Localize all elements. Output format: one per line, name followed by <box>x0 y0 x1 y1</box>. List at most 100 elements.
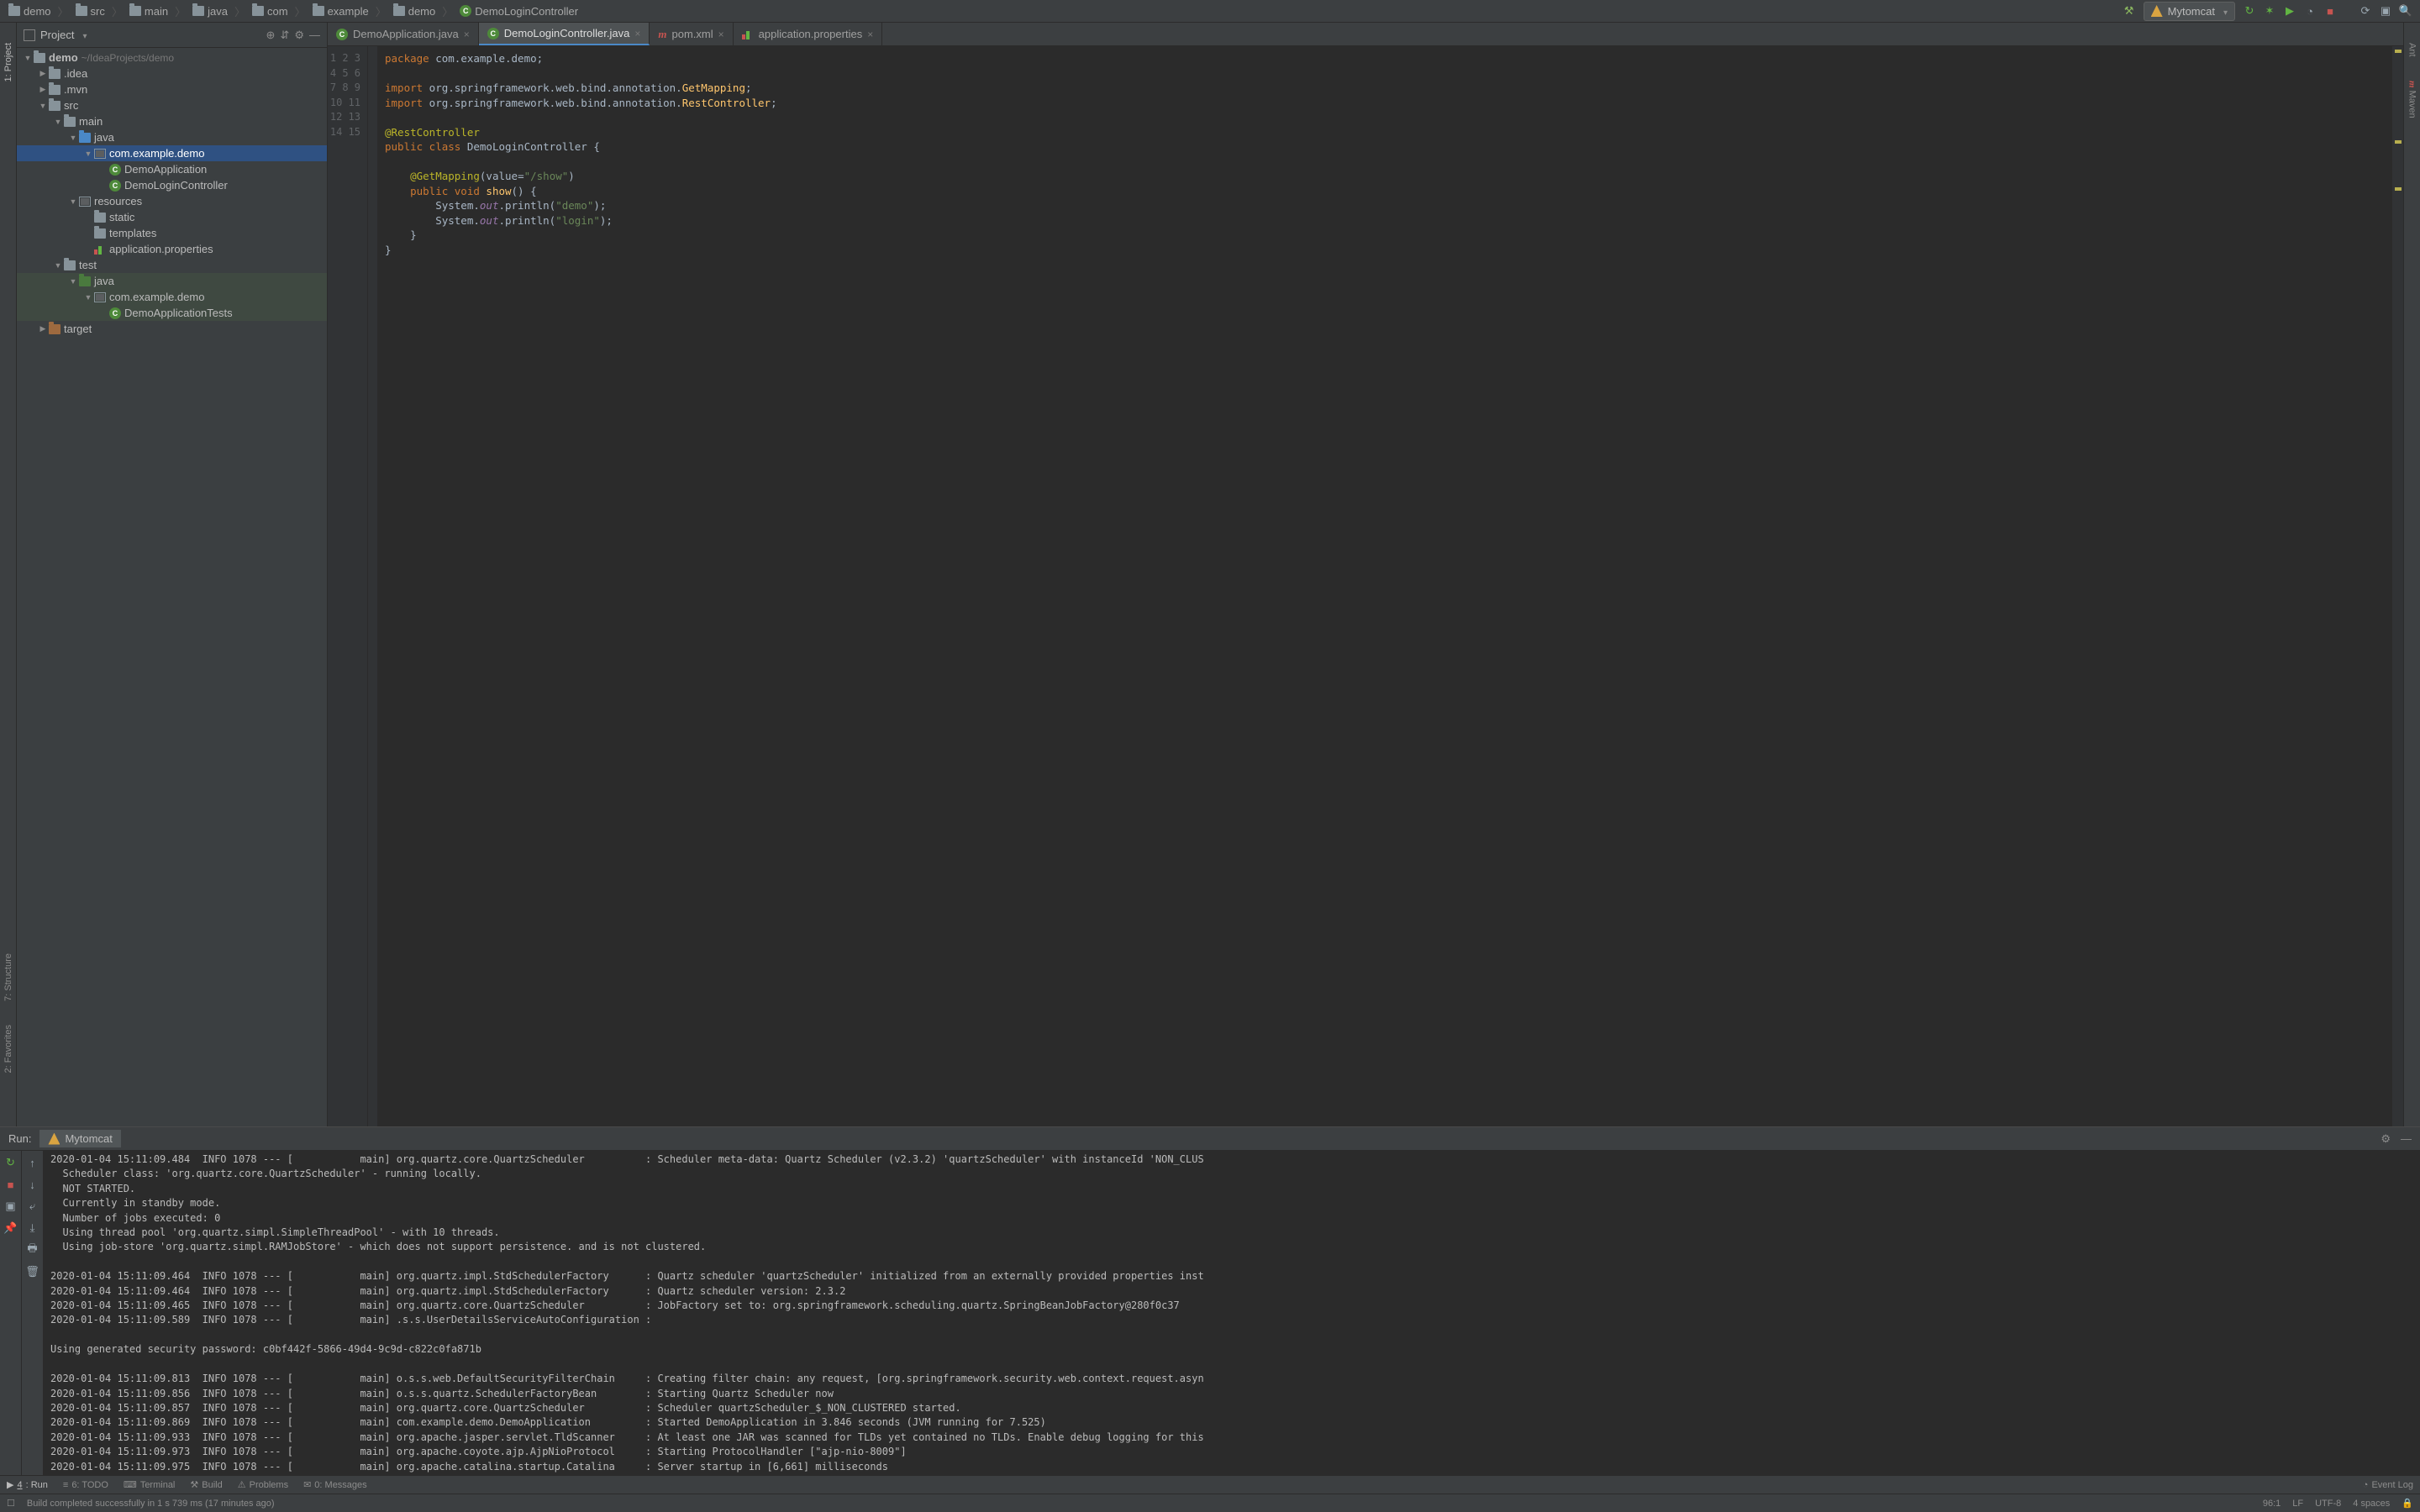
trash-icon[interactable]: 🗑 <box>26 1265 39 1278</box>
tree-item[interactable]: static <box>17 209 327 225</box>
tree-item[interactable]: ▶.idea <box>17 66 327 81</box>
excluded-folder-icon <box>49 324 60 334</box>
class-icon: C <box>487 28 499 39</box>
search-icon[interactable]: 🔍 <box>2400 5 2412 17</box>
crumb[interactable]: CDemoLoginController <box>456 3 581 19</box>
tree-item[interactable]: application.properties <box>17 241 327 257</box>
run-icon[interactable]: ↻ <box>2244 5 2255 17</box>
bt-todo[interactable]: ≡ 6: TODO <box>63 1480 108 1490</box>
crumb[interactable]: src <box>72 3 108 19</box>
tree-item[interactable]: CDemoApplicationTests <box>17 305 327 321</box>
code-editor[interactable]: package com.example.demo; import org.spr… <box>378 46 2391 1126</box>
close-icon[interactable]: × <box>634 28 640 39</box>
status-icon[interactable]: ☐ <box>7 1498 15 1509</box>
rail-maven[interactable]: m Maven <box>2407 77 2417 122</box>
gear-icon[interactable]: ⚙ <box>2381 1132 2391 1146</box>
tree-item[interactable]: ▼resources <box>17 193 327 209</box>
maven-icon: m <box>2407 81 2417 88</box>
crumb[interactable]: example <box>309 3 372 19</box>
folder-icon <box>313 6 324 16</box>
gear-icon[interactable]: ⚙ <box>294 29 304 42</box>
layout-icon[interactable]: ▣ <box>4 1200 18 1213</box>
fold-gutter[interactable] <box>368 46 378 1126</box>
locate-icon[interactable]: ⊕ <box>266 29 276 42</box>
rail-project[interactable]: 1: Project <box>3 39 13 85</box>
tree-item-selected[interactable]: ▼com.example.demo <box>17 145 327 161</box>
layout-icon[interactable]: ▣ <box>2380 5 2391 17</box>
debug-icon[interactable]: ✶ <box>2264 5 2275 17</box>
stop-icon[interactable]: ■ <box>4 1178 18 1191</box>
crumb[interactable]: main <box>126 3 171 19</box>
bt-run[interactable]: ▶ 4: Run <box>7 1479 48 1490</box>
run-tab[interactable]: Mytomcat <box>39 1130 120 1147</box>
error-stripe[interactable] <box>2391 46 2403 1126</box>
profile-icon[interactable]: ◔ <box>2304 5 2316 17</box>
expand-icon[interactable]: ⇵ <box>280 29 289 42</box>
tree-root[interactable]: ▼demo~/IdeaProjects/demo <box>17 50 327 66</box>
update-icon[interactable]: ⟳ <box>2360 5 2371 17</box>
folder-icon <box>252 6 264 16</box>
editor-tab[interactable]: CDemoApplication.java× <box>328 23 479 45</box>
stop-icon[interactable]: ■ <box>2324 5 2336 17</box>
down-icon[interactable]: ↓ <box>26 1178 39 1191</box>
lock-icon[interactable] <box>2402 1498 2413 1509</box>
tree-item[interactable]: ▼src <box>17 97 327 113</box>
tree-item[interactable]: CDemoLoginController <box>17 177 327 193</box>
bt-build[interactable]: ⚒ Build <box>190 1479 222 1490</box>
tree-item[interactable]: ▼com.example.demo <box>17 289 327 305</box>
close-icon[interactable]: × <box>718 29 724 40</box>
run-toolbar-secondary: ↑ ↓ ⤶ ⤓ 🖶 🗑 <box>22 1151 44 1475</box>
tree-item[interactable]: ▶.mvn <box>17 81 327 97</box>
project-tree[interactable]: ▼demo~/IdeaProjects/demo ▶.idea ▶.mvn ▼s… <box>17 48 327 1126</box>
cursor-position[interactable]: 96:1 <box>2263 1499 2281 1509</box>
folder-icon <box>49 85 60 95</box>
print-icon[interactable]: 🖶 <box>26 1243 39 1257</box>
bt-problems[interactable]: ⚠ Problems <box>238 1479 288 1490</box>
tree-item[interactable]: templates <box>17 225 327 241</box>
crumb[interactable]: com <box>249 3 292 19</box>
bt-terminal[interactable]: ⌨ Terminal <box>124 1479 175 1490</box>
crumb[interactable]: demo <box>5 3 55 19</box>
project-view-selector[interactable]: Project <box>24 29 261 41</box>
tree-item[interactable]: ▼test <box>17 257 327 273</box>
editor-tab[interactable]: application.properties× <box>734 23 883 45</box>
tree-item[interactable]: ▼main <box>17 113 327 129</box>
indent[interactable]: 4 spaces <box>2353 1499 2390 1509</box>
rail-structure[interactable]: 7: Structure <box>3 950 13 1005</box>
close-icon[interactable]: × <box>867 29 873 40</box>
hide-icon[interactable]: — <box>309 29 320 41</box>
tree-item[interactable]: ▶target <box>17 321 327 337</box>
run-config-selector[interactable]: Mytomcat <box>2144 2 2235 21</box>
editor-tab[interactable]: mpom.xml× <box>650 23 733 45</box>
status-message: Build completed successfully in 1 s 739 … <box>27 1499 2251 1509</box>
tree-item[interactable]: ▼java <box>17 273 327 289</box>
hide-icon[interactable]: — <box>2401 1132 2412 1146</box>
console-output[interactable]: 2020-01-04 15:11:09.484 INFO 1078 --- [ … <box>44 1151 2420 1475</box>
scroll-icon[interactable]: ⤓ <box>26 1221 39 1235</box>
build-icon[interactable]: ⚒ <box>2123 5 2135 17</box>
close-icon[interactable]: × <box>464 29 470 40</box>
pin-icon[interactable]: 📌 <box>4 1221 18 1235</box>
tomcat-icon <box>2151 5 2163 17</box>
bt-messages[interactable]: ✉ 0: Messages <box>303 1479 367 1490</box>
rail-ant[interactable]: Ant <box>2407 39 2417 60</box>
package-icon <box>94 292 106 302</box>
line-gutter[interactable]: 1 2 3 4 5 6 7 8 9 10 11 12 13 14 15 <box>328 46 368 1126</box>
rerun-icon[interactable]: ↻ <box>4 1156 18 1169</box>
file-encoding[interactable]: UTF-8 <box>2315 1499 2341 1509</box>
line-separator[interactable]: LF <box>2292 1499 2303 1509</box>
crumb[interactable]: demo <box>390 3 439 19</box>
up-icon[interactable]: ↑ <box>26 1156 39 1169</box>
editor-tab-active[interactable]: CDemoLoginController.java× <box>479 23 650 45</box>
wrap-icon[interactable]: ⤶ <box>26 1200 39 1213</box>
tree-item[interactable]: CDemoApplication <box>17 161 327 177</box>
rail-favorites[interactable]: 2: Favorites <box>3 1021 13 1076</box>
project-icon <box>24 29 35 41</box>
resources-folder-icon <box>79 197 91 207</box>
bt-event-log[interactable]: ◔ Event Log <box>2363 1480 2413 1490</box>
toolbar-right: ⚒ Mytomcat ↻ ✶ ▶ ◔ ■ ⟳ ▣ 🔍 <box>2123 2 2415 21</box>
coverage-icon[interactable]: ▶ <box>2284 5 2296 17</box>
folder-icon <box>8 6 20 16</box>
crumb[interactable]: java <box>189 3 231 19</box>
tree-item[interactable]: ▼java <box>17 129 327 145</box>
